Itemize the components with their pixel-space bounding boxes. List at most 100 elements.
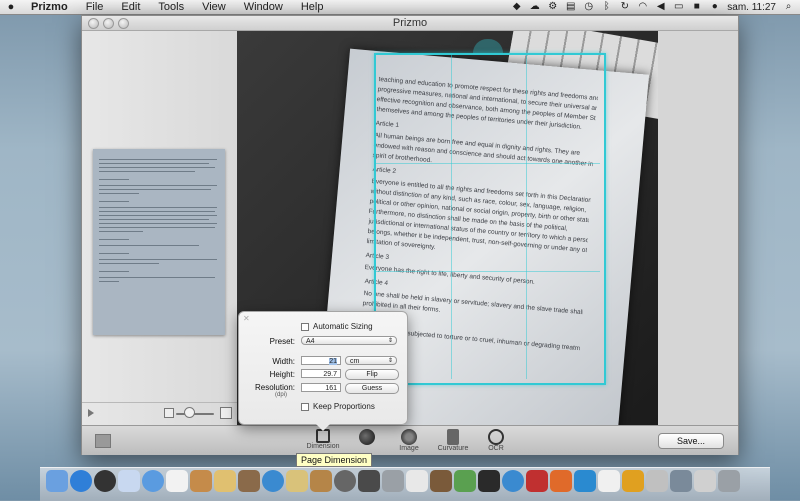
resolution-unit-label: (dpi)	[275, 392, 288, 398]
zoom-slider-knob[interactable]	[184, 407, 195, 418]
menu-edit[interactable]: Edit	[112, 0, 149, 14]
menu-tools[interactable]: Tools	[149, 0, 193, 14]
clock[interactable]: sam. 11:27	[727, 2, 776, 13]
automatic-sizing-checkbox[interactable]	[301, 322, 309, 331]
appstore-icon[interactable]	[70, 470, 92, 492]
page-dimension-popover: ✕ Automatic Sizing Preset: A4 ⇕ Width: 21…	[238, 311, 408, 431]
popover-arrow	[316, 424, 330, 431]
volume-icon[interactable]: ◀	[655, 2, 666, 12]
app-icon[interactable]	[574, 470, 596, 492]
menu-view[interactable]: View	[193, 0, 235, 14]
photobooth-icon[interactable]	[238, 470, 260, 492]
downloads-icon[interactable]	[694, 470, 716, 492]
page-sidebar	[82, 31, 238, 425]
menu-window[interactable]: Window	[235, 0, 292, 14]
image-tool[interactable]: Image	[389, 429, 429, 452]
network-icon[interactable]	[502, 470, 524, 492]
zoom-slider-track[interactable]	[176, 413, 214, 415]
garageband-icon[interactable]	[310, 470, 332, 492]
safari-icon[interactable]	[142, 470, 164, 492]
thumb-line	[99, 211, 215, 212]
iphoto-icon[interactable]	[286, 470, 308, 492]
xcode-icon[interactable]	[358, 470, 380, 492]
bluetooth-icon[interactable]: ᛒ	[601, 2, 612, 12]
guess-button[interactable]: Guess	[345, 383, 399, 394]
lens-tool[interactable]	[347, 429, 387, 445]
timemachine-icon[interactable]: ◷	[583, 2, 594, 12]
timemachine-dock-icon[interactable]	[334, 470, 356, 492]
terminal-icon[interactable]	[478, 470, 500, 492]
app-icon[interactable]	[526, 470, 548, 492]
thumb-line	[99, 171, 195, 172]
flag-icon[interactable]: ■	[691, 2, 702, 12]
app-menu[interactable]: Prizmo	[22, 0, 77, 14]
minimize-window-button[interactable]	[103, 18, 114, 29]
thumb-line	[99, 185, 217, 186]
resolution-field[interactable]: 161	[301, 383, 341, 392]
curvature-tool[interactable]: Curvature	[433, 429, 473, 452]
keep-proportions-checkbox[interactable]	[301, 402, 309, 411]
dashboard-icon[interactable]	[94, 470, 116, 492]
zoom-out-icon[interactable]	[164, 408, 174, 418]
folder-icon[interactable]	[646, 470, 668, 492]
wifi-icon[interactable]: ◠	[637, 2, 648, 12]
thumb-line	[99, 193, 139, 194]
cloud-icon[interactable]: ☁	[529, 2, 540, 12]
app-icon[interactable]	[430, 470, 452, 492]
keep-proportions-row[interactable]: Keep Proportions	[301, 402, 375, 411]
page-thumbnail[interactable]	[93, 149, 225, 335]
flip-button[interactable]: Flip	[345, 369, 399, 380]
play-icon[interactable]	[88, 409, 94, 417]
zoom-window-button[interactable]	[118, 18, 129, 29]
thumb-line	[99, 179, 129, 180]
trash-icon[interactable]	[718, 470, 740, 492]
ocr-tool[interactable]: OCR	[476, 429, 516, 452]
crop-gridline	[451, 55, 452, 379]
calendar-icon[interactable]	[166, 470, 188, 492]
right-panel	[658, 31, 738, 425]
spotlight-icon[interactable]: ⌕	[783, 2, 794, 12]
thumbnails-icon[interactable]	[95, 434, 111, 448]
close-window-button[interactable]	[88, 18, 99, 29]
menu-help[interactable]: Help	[292, 0, 333, 14]
width-field[interactable]: 21	[301, 356, 341, 365]
preview-icon[interactable]	[214, 470, 236, 492]
close-icon[interactable]: ✕	[243, 314, 250, 323]
preferences-icon[interactable]	[382, 470, 404, 492]
thumb-line	[99, 281, 119, 282]
sync-icon[interactable]: ↻	[619, 2, 630, 12]
automatic-sizing-row[interactable]: Automatic Sizing	[301, 322, 373, 331]
magnet-icon[interactable]	[622, 470, 644, 492]
preset-select[interactable]: A4 ⇕	[301, 336, 397, 345]
dimension-tool[interactable]: Dimension	[303, 429, 343, 450]
apple-menu-icon[interactable]: ●	[0, 1, 22, 13]
thumb-line	[99, 277, 215, 278]
magnifier-icon	[488, 429, 504, 445]
unit-select[interactable]: cm ⇕	[345, 356, 397, 365]
zoom-in-icon[interactable]	[220, 407, 232, 419]
thumb-line	[99, 215, 217, 216]
menu-bar: ● Prizmo File Edit Tools View Window Hel…	[0, 0, 800, 15]
mail-icon[interactable]	[118, 470, 140, 492]
image-tool-label: Image	[399, 445, 419, 452]
crop-frame[interactable]	[374, 53, 606, 385]
menu-file[interactable]: File	[77, 0, 113, 14]
gear-icon[interactable]: ⚙	[547, 2, 558, 12]
battery-icon[interactable]: ▭	[673, 2, 684, 12]
app-icon[interactable]	[550, 470, 572, 492]
itunes-icon[interactable]	[262, 470, 284, 492]
save-button[interactable]: Save...	[658, 433, 724, 449]
height-field[interactable]: 29.7	[301, 369, 341, 378]
dropbox-icon[interactable]: ◆	[511, 2, 522, 12]
stack-icon[interactable]: ▤	[565, 2, 576, 12]
finder-icon[interactable]	[46, 470, 68, 492]
cow-icon[interactable]	[598, 470, 620, 492]
chevron-updown-icon: ⇕	[387, 338, 393, 344]
app-icon[interactable]	[454, 470, 476, 492]
window-title: Prizmo	[392, 17, 428, 29]
documents-icon[interactable]	[670, 470, 692, 492]
addressbook-icon[interactable]	[190, 470, 212, 492]
app-window: Prizmo teaching and education to promote…	[81, 15, 739, 455]
textedit-icon[interactable]	[406, 470, 428, 492]
user-icon[interactable]: ●	[709, 2, 720, 12]
